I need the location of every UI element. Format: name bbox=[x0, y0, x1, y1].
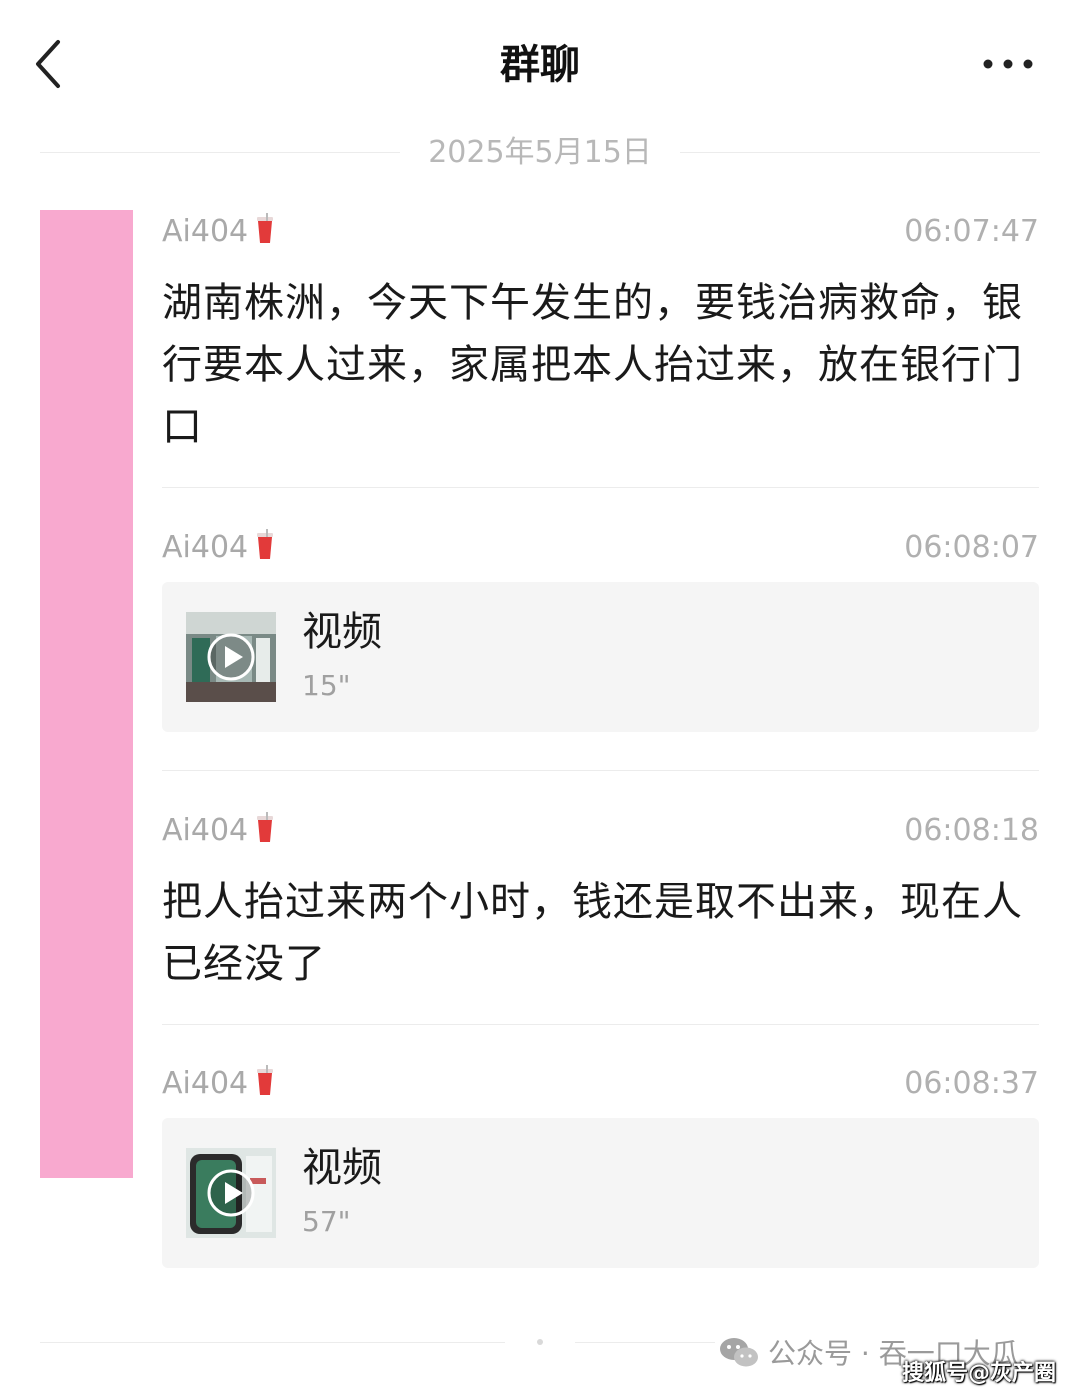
date-text: 2025年5月15日 bbox=[428, 135, 652, 170]
drink-cup-icon bbox=[257, 529, 274, 559]
video-message-card[interactable]: 视频 15" bbox=[162, 582, 1039, 732]
message-header: Ai404 06:08:37 bbox=[162, 1064, 1039, 1104]
sender-name-text: Ai404 bbox=[162, 530, 249, 565]
video-label: 视频 bbox=[302, 1145, 382, 1191]
sender-name-text: Ai404 bbox=[162, 1066, 249, 1101]
drink-cup-icon bbox=[257, 1065, 274, 1095]
message-divider bbox=[162, 1024, 1039, 1025]
footer-line-left bbox=[40, 1342, 505, 1343]
message-header: Ai404 06:08:07 bbox=[162, 528, 1039, 568]
video-thumbnail-image bbox=[186, 612, 276, 702]
top-bar: 群聊 bbox=[0, 0, 1080, 130]
drink-cup-icon bbox=[257, 213, 274, 243]
video-thumbnail[interactable] bbox=[186, 612, 276, 702]
message-time: 06:08:18 bbox=[904, 813, 1039, 848]
message-header: Ai404 06:08:18 bbox=[162, 811, 1039, 851]
avatar-redaction-bar bbox=[40, 210, 133, 1178]
wechat-icon bbox=[720, 1338, 758, 1367]
video-message-card[interactable]: 视频 57" bbox=[162, 1118, 1039, 1268]
sohu-watermark: 搜狐号@灰产圈 bbox=[901, 1361, 1056, 1386]
video-duration: 57" bbox=[302, 1205, 351, 1238]
video-thumbnail-image bbox=[186, 1148, 276, 1238]
date-line-right bbox=[680, 152, 1040, 153]
message-time: 06:08:37 bbox=[904, 1066, 1039, 1101]
footer-line-right bbox=[575, 1342, 715, 1343]
sender-name[interactable]: Ai404 bbox=[162, 1064, 276, 1104]
sender-name-text: Ai404 bbox=[162, 214, 249, 249]
message-divider bbox=[162, 770, 1039, 771]
chat-message: Ai404 06:07:47 湖南株洲，今天下午发生的，要钱治病救命，银行要本人… bbox=[162, 212, 1039, 458]
date-separator: 2025年5月15日 bbox=[40, 128, 1040, 178]
more-options-icon[interactable] bbox=[978, 52, 1038, 76]
sender-name[interactable]: Ai404 bbox=[162, 212, 276, 252]
footer-dot bbox=[537, 1339, 543, 1345]
page-title: 群聊 bbox=[500, 42, 580, 88]
sender-name[interactable]: Ai404 bbox=[162, 528, 276, 568]
video-thumbnail[interactable] bbox=[186, 1148, 276, 1238]
sender-name[interactable]: Ai404 bbox=[162, 811, 276, 851]
message-time: 06:08:07 bbox=[904, 530, 1039, 565]
video-label: 视频 bbox=[302, 609, 382, 655]
message-divider bbox=[162, 487, 1039, 488]
chat-message: Ai404 06:08:18 把人抬过来两个小时，钱还是取不出来，现在人已经没了 bbox=[162, 811, 1039, 995]
chat-message: Ai404 06:08:37 bbox=[162, 1064, 1039, 1104]
message-time: 06:07:47 bbox=[904, 214, 1039, 249]
video-duration: 15" bbox=[302, 669, 351, 702]
message-text[interactable]: 湖南株洲，今天下午发生的，要钱治病救命，银行要本人过来，家属把本人抬过来，放在银… bbox=[162, 272, 1039, 458]
sender-name-text: Ai404 bbox=[162, 813, 249, 848]
message-text[interactable]: 把人抬过来两个小时，钱还是取不出来，现在人已经没了 bbox=[162, 871, 1039, 995]
drink-cup-icon bbox=[257, 812, 274, 842]
message-header: Ai404 06:07:47 bbox=[162, 212, 1039, 252]
chat-message: Ai404 06:08:07 bbox=[162, 528, 1039, 568]
